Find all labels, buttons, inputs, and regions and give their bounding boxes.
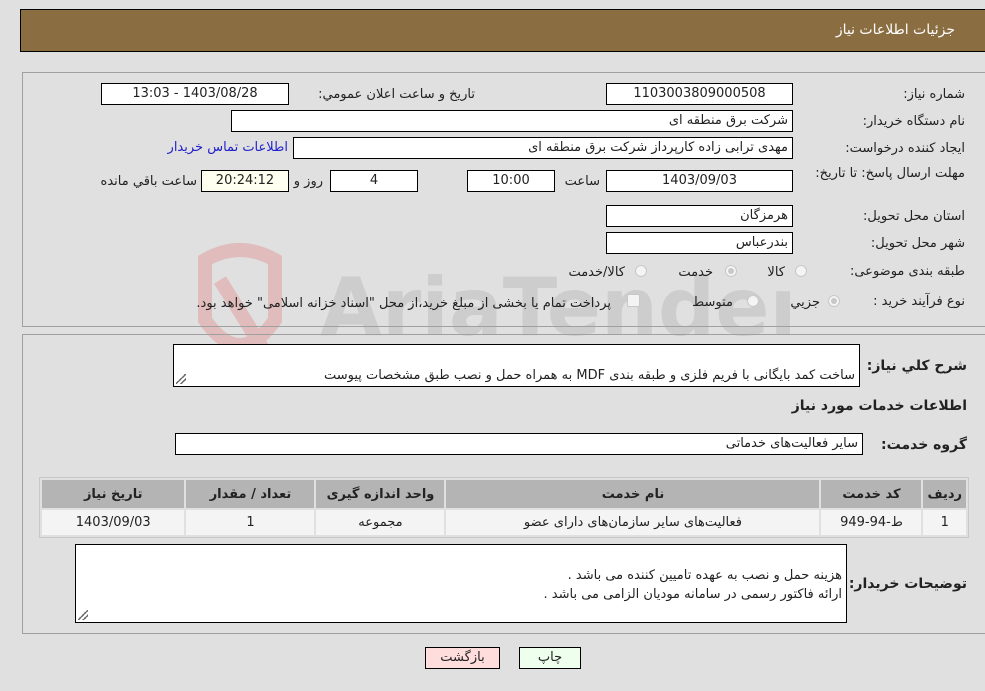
cell-unit: مجموعه xyxy=(316,510,445,535)
announce-datetime-field[interactable]: 1403/08/28 - 13:03 xyxy=(101,83,289,105)
category-option-goods-service: کالا/خدمت xyxy=(568,265,625,280)
col-service-name: نام خدمت xyxy=(446,480,820,508)
service-group-label: گروه خدمت: xyxy=(881,437,967,453)
cell-need-date: 1403/09/03 xyxy=(42,510,185,535)
description-label: شرح کلي نياز: xyxy=(866,358,967,374)
back-button[interactable]: بازگشت xyxy=(425,647,500,669)
deadline-label: مهلت ارسال پاسخ: تا تاریخ: xyxy=(815,166,965,181)
category-radio-goods-service[interactable] xyxy=(635,265,647,277)
city-field[interactable]: بندرعباس xyxy=(606,232,793,254)
buyer-org-label: نام دستگاه خریدار: xyxy=(862,114,965,129)
category-radio-service[interactable] xyxy=(725,265,737,277)
cell-row-number: 1 xyxy=(923,510,966,535)
treasury-checkbox[interactable] xyxy=(627,294,640,307)
page-title: جزئيات اطلاعات نياز xyxy=(835,22,955,38)
need-number-field[interactable]: 1103003809000508 xyxy=(606,83,793,105)
category-option-service: خدمت xyxy=(678,265,713,280)
col-need-date: تاريخ نياز xyxy=(42,480,185,508)
cell-service-name: فعالیت‌های سایر سازمان‌های دارای عضو xyxy=(446,510,820,535)
category-radio-goods[interactable] xyxy=(795,265,807,277)
deadline-time-field[interactable]: 10:00 xyxy=(467,170,555,192)
cell-service-code: ط-94-949 xyxy=(821,510,922,535)
buyer-notes-textarea[interactable]: هزینه حمل و نصب به عهده تامیین کننده می … xyxy=(75,544,847,623)
deadline-date-field[interactable]: 1403/09/03 xyxy=(606,170,793,192)
service-group-field[interactable]: سایر فعالیت‌های خدماتی xyxy=(175,433,863,455)
remaining-time-field[interactable]: 20:24:12 xyxy=(201,170,289,192)
col-quantity: تعداد / مقدار xyxy=(186,480,315,508)
need-number-label: شماره نیاز: xyxy=(903,87,965,102)
page-header: جزئيات اطلاعات نياز xyxy=(20,9,985,52)
purchase-radio-minor[interactable] xyxy=(828,295,840,307)
buyer-notes-text: هزینه حمل و نصب به عهده تامیین کننده می … xyxy=(543,568,843,602)
requester-label: ایجاد کننده درخواست: xyxy=(845,141,965,156)
purchase-option-medium: متوسط xyxy=(692,295,733,310)
services-table: رديف کد خدمت نام خدمت واحد اندازه گيری ت… xyxy=(39,477,969,538)
remaining-time-label: ساعت باقي مانده xyxy=(100,174,197,189)
days-label: روز و xyxy=(293,174,323,189)
province-field[interactable]: هرمزگان xyxy=(606,205,793,227)
requester-field[interactable]: مهدی ترابی زاده کارپرداز شرکت برق منطقه … xyxy=(293,137,793,159)
table-header-row: رديف کد خدمت نام خدمت واحد اندازه گيری ت… xyxy=(42,480,966,508)
purchase-type-label: نوع فرآیند خرید : xyxy=(873,294,965,309)
cell-quantity: 1 xyxy=(186,510,315,535)
purchase-option-minor: جزيي xyxy=(790,295,820,310)
col-service-code: کد خدمت xyxy=(821,480,922,508)
deadline-time-label: ساعت xyxy=(564,174,600,189)
category-label: طبقه بندی موضوعی: xyxy=(849,264,965,279)
table-row: 1 ط-94-949 فعالیت‌های سایر سازمان‌های دا… xyxy=(42,510,966,535)
treasury-note: پرداخت تمام یا بخشی از مبلغ خرید،از محل … xyxy=(196,296,611,311)
description-textarea[interactable]: ساخت کمد بایگانی با فریم فلزی و طبقه بند… xyxy=(173,344,860,387)
print-button[interactable]: چاپ xyxy=(519,647,581,669)
buyer-contact-link[interactable]: اطلاعات تماس خریدار xyxy=(168,140,288,155)
purchase-radio-medium[interactable] xyxy=(747,295,759,307)
description-text: ساخت کمد بایگانی با فریم فلزی و طبقه بند… xyxy=(323,368,855,383)
category-option-goods: کالا xyxy=(767,265,785,280)
remaining-days-field[interactable]: 4 xyxy=(330,170,418,192)
resize-grip-icon[interactable] xyxy=(176,374,186,384)
buyer-notes-label: توضيحات خريدار: xyxy=(848,576,967,592)
col-unit: واحد اندازه گيری xyxy=(316,480,445,508)
buyer-org-field[interactable]: شرکت برق منطقه ای xyxy=(231,110,793,132)
resize-grip-icon[interactable] xyxy=(78,610,88,620)
services-heading: اطلاعات خدمات مورد نياز xyxy=(791,398,967,414)
province-label: استان محل تحویل: xyxy=(863,209,965,224)
announce-datetime-label: تاريخ و ساعت اعلان عمومي: xyxy=(318,87,475,102)
col-row-number: رديف xyxy=(923,480,966,508)
city-label: شهر محل تحویل: xyxy=(870,236,965,251)
